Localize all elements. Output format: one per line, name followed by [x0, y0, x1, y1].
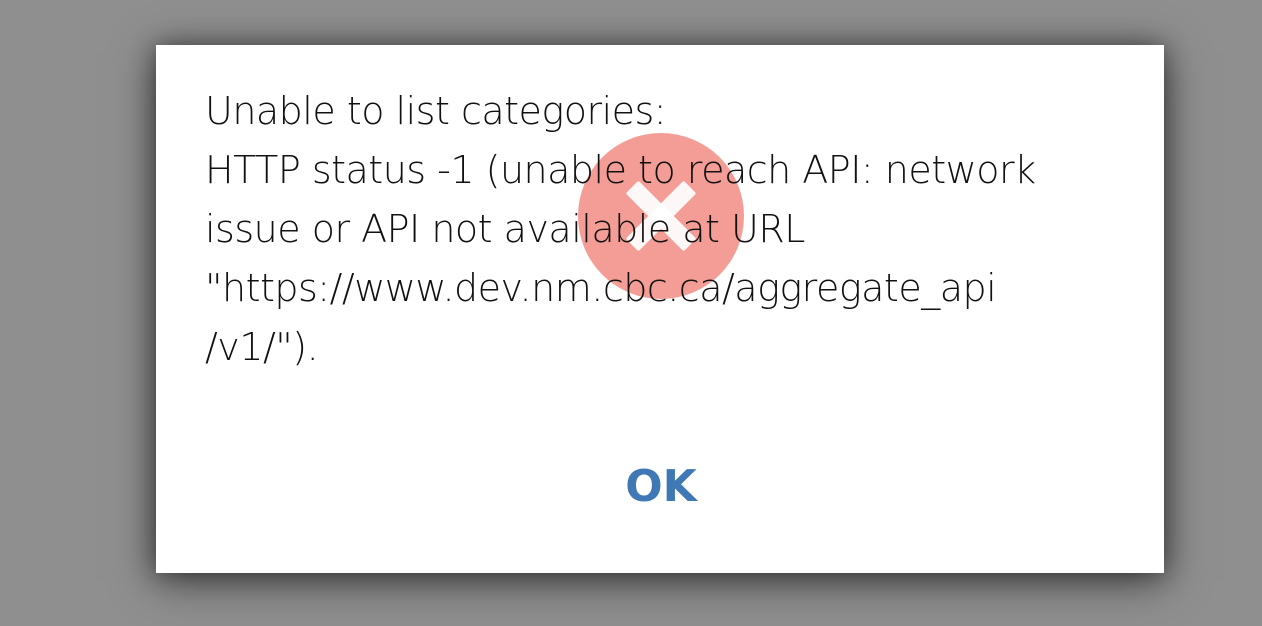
- ok-button[interactable]: OK: [590, 452, 732, 522]
- error-message-line: /v1/").: [205, 325, 319, 369]
- error-message: Unable to list categories: HTTP status -…: [205, 82, 1045, 377]
- error-message-line: "https://www.dev.nm.cbc.ca/aggregate_api: [205, 266, 997, 310]
- error-message-line: HTTP status -1 (unable to reach API: net…: [205, 148, 1036, 192]
- error-message-line: issue or API not available at URL: [205, 207, 805, 251]
- error-message-line: Unable to list categories:: [205, 89, 667, 133]
